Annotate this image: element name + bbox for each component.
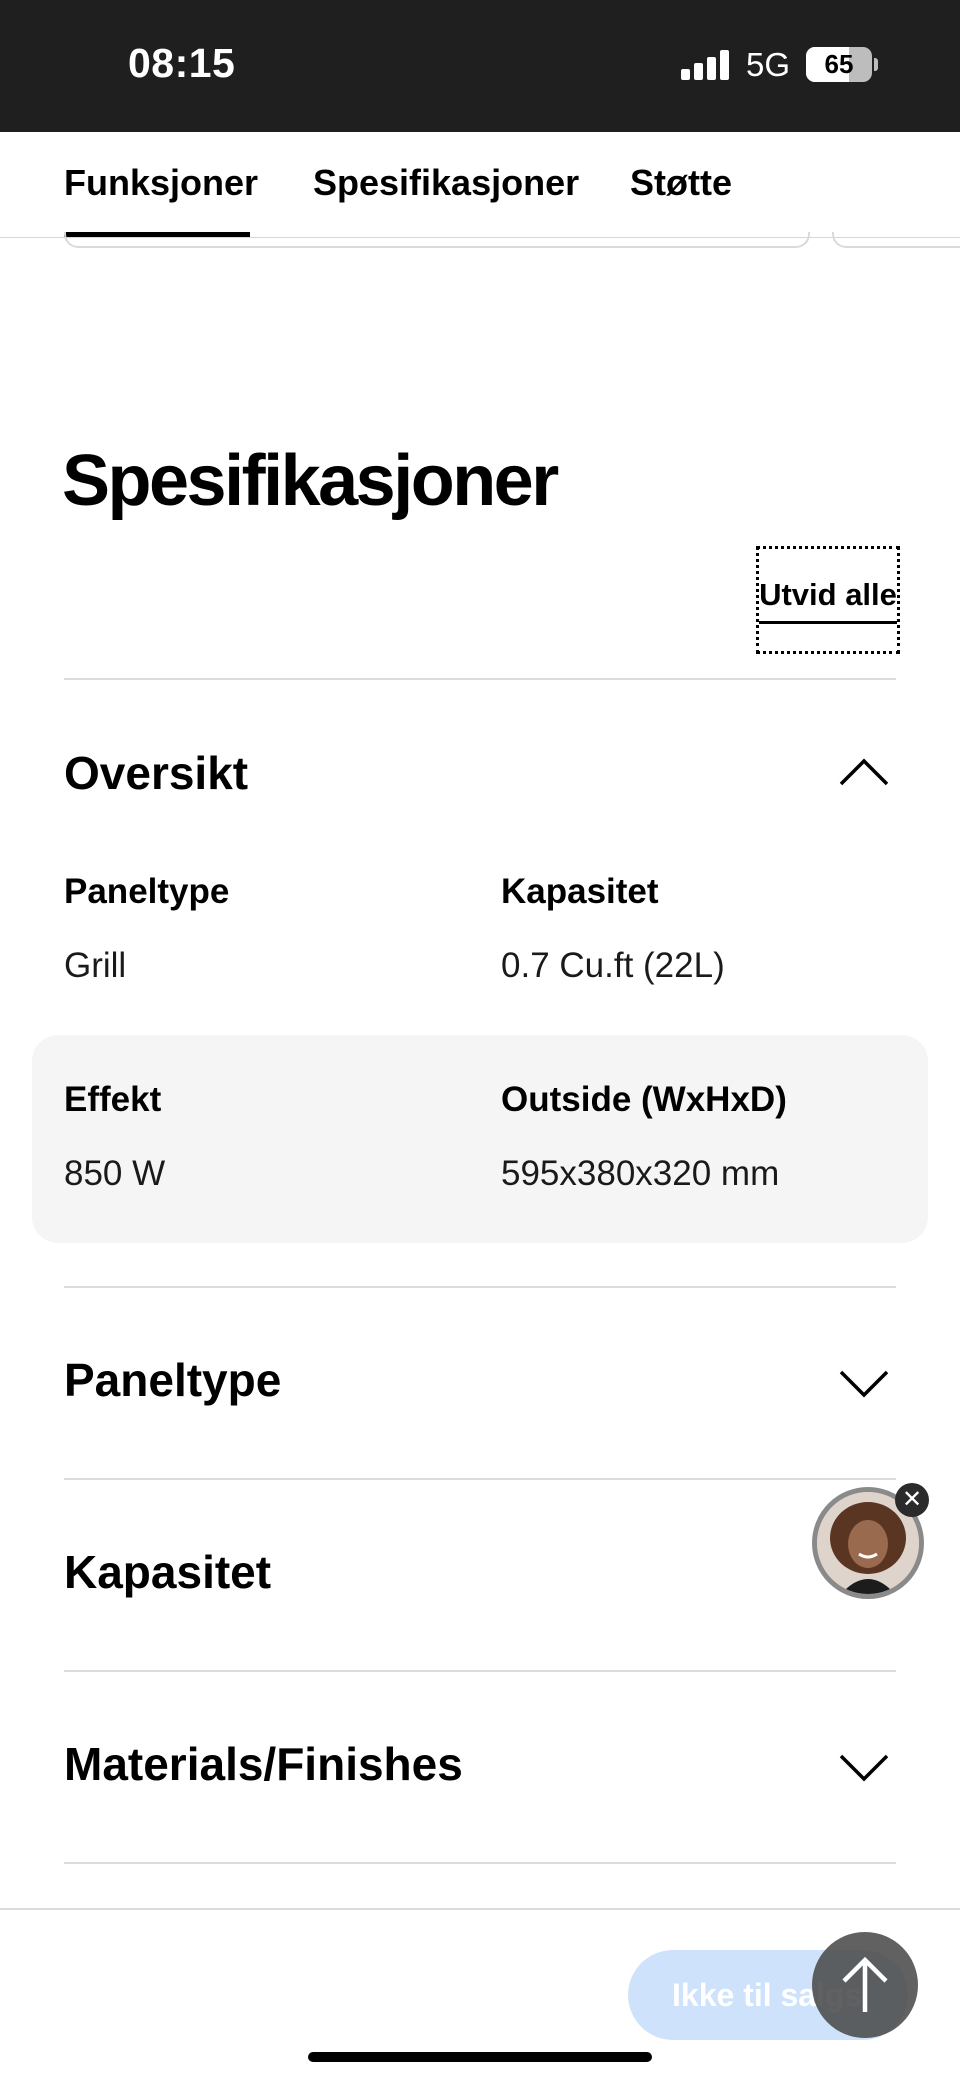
home-indicator	[308, 2052, 652, 2062]
scroll-to-top-button[interactable]	[812, 1932, 918, 2038]
accordion-title-overview[interactable]: Oversikt	[64, 746, 248, 800]
spec-label: Kapasitet	[501, 872, 659, 911]
spec-row-highlight	[32, 1035, 928, 1243]
spec-label: Effekt	[64, 1080, 162, 1119]
spec-value: Grill	[64, 946, 127, 985]
battery-icon: 65	[806, 47, 872, 82]
section-heading: Spesifikasjoner	[62, 441, 559, 521]
tab-spesifikasjoner[interactable]: Spesifikasjoner	[313, 162, 579, 204]
tab-nav: Funksjoner Spesifikasjoner Støtte	[0, 132, 960, 238]
tab-stotte[interactable]: Støtte	[630, 162, 732, 204]
spec-label: Outside (WxHxD)	[501, 1080, 787, 1119]
battery-level: 65	[824, 49, 854, 79]
status-bar: 08:15 5G 65	[0, 0, 960, 132]
divider	[64, 1478, 896, 1480]
spec-value: 0.7 Cu.ft (22L)	[501, 946, 725, 985]
divider	[64, 1670, 896, 1672]
feature-card-edge	[832, 232, 960, 248]
spec-label: Paneltype	[64, 872, 230, 911]
divider	[64, 678, 896, 680]
accordion-title-kapasitet[interactable]: Kapasitet	[64, 1545, 271, 1599]
status-time: 08:15	[128, 40, 236, 86]
battery-tip	[874, 58, 878, 71]
chevron-down-icon[interactable]	[838, 1752, 890, 1784]
feature-card-edge	[64, 232, 810, 248]
chevron-down-icon[interactable]	[838, 1368, 890, 1400]
tab-funksjoner[interactable]: Funksjoner	[64, 162, 258, 204]
arrow-up-icon	[842, 1956, 888, 2012]
divider	[64, 1286, 896, 1288]
signal-icon	[681, 50, 731, 80]
expand-all-button[interactable]: Utvid alle	[756, 546, 900, 654]
accordion-title-materials[interactable]: Materials/Finishes	[64, 1737, 463, 1791]
spec-value: 595x380x320 mm	[501, 1154, 780, 1193]
expand-all-label: Utvid alle	[759, 577, 897, 624]
chevron-up-icon[interactable]	[838, 756, 890, 788]
chat-close-icon[interactable]: ✕	[895, 1483, 929, 1517]
divider	[64, 1862, 896, 1864]
accordion-title-paneltype[interactable]: Paneltype	[64, 1353, 281, 1407]
network-type: 5G	[746, 46, 791, 83]
spec-value: 850 W	[64, 1154, 166, 1193]
